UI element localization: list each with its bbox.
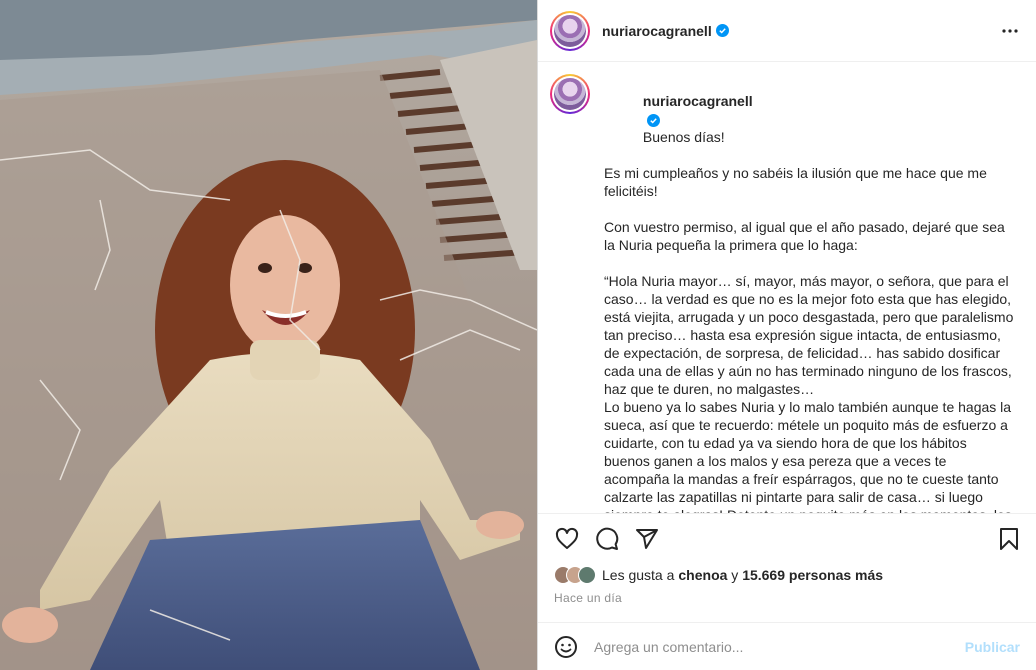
likes-count[interactable]: 15.669 personas más: [742, 567, 883, 583]
likes-user[interactable]: chenoa: [678, 567, 727, 583]
emoji-icon[interactable]: [554, 635, 578, 659]
caption-paragraph: “Hola Nuria mayor… sí, mayor, más mayor,…: [604, 273, 1014, 513]
more-options-icon[interactable]: [998, 19, 1022, 43]
comment-icon[interactable]: [594, 526, 620, 552]
caption-paragraph: Es mi cumpleaños y no sabéis la ilusión …: [604, 165, 991, 199]
avatar[interactable]: [550, 10, 590, 51]
post-details-panel: nuriarocagranell nuriarocagranell Buenos…: [537, 0, 1036, 670]
caption-first-line: Buenos días!: [642, 129, 725, 145]
post-header: nuriarocagranell: [538, 0, 1036, 62]
caption-username[interactable]: nuriarocagranell: [643, 93, 753, 109]
verified-badge-icon: [715, 24, 729, 37]
caption-avatar[interactable]: [550, 74, 590, 114]
publish-button[interactable]: Publicar: [965, 639, 1020, 655]
caption-paragraph: Con vuestro permiso, al igual que el año…: [604, 219, 1009, 253]
share-icon[interactable]: [634, 526, 660, 552]
action-bar: [538, 514, 1036, 564]
caption-text: nuriarocagranell Buenos días! Es mi cump…: [604, 74, 1014, 513]
comment-bar: Publicar: [538, 622, 1036, 670]
photo-illustration: [0, 0, 537, 670]
likes-line: Les gusta a chenoa y 15.669 personas más: [554, 566, 883, 584]
likes-middle: y: [727, 567, 743, 583]
caption-area[interactable]: nuriarocagranell Buenos días! Es mi cump…: [538, 62, 1036, 514]
header-username[interactable]: nuriarocagranell: [602, 23, 712, 39]
liker-avatars[interactable]: [554, 566, 596, 584]
verified-badge-icon: [646, 114, 660, 127]
heart-icon[interactable]: [554, 526, 580, 552]
bookmark-icon[interactable]: [996, 526, 1022, 552]
comment-input[interactable]: [594, 638, 965, 655]
post-time[interactable]: Hace un día: [554, 591, 622, 605]
likes-prefix: Les gusta a: [602, 567, 675, 583]
post-photo[interactable]: [0, 0, 537, 670]
